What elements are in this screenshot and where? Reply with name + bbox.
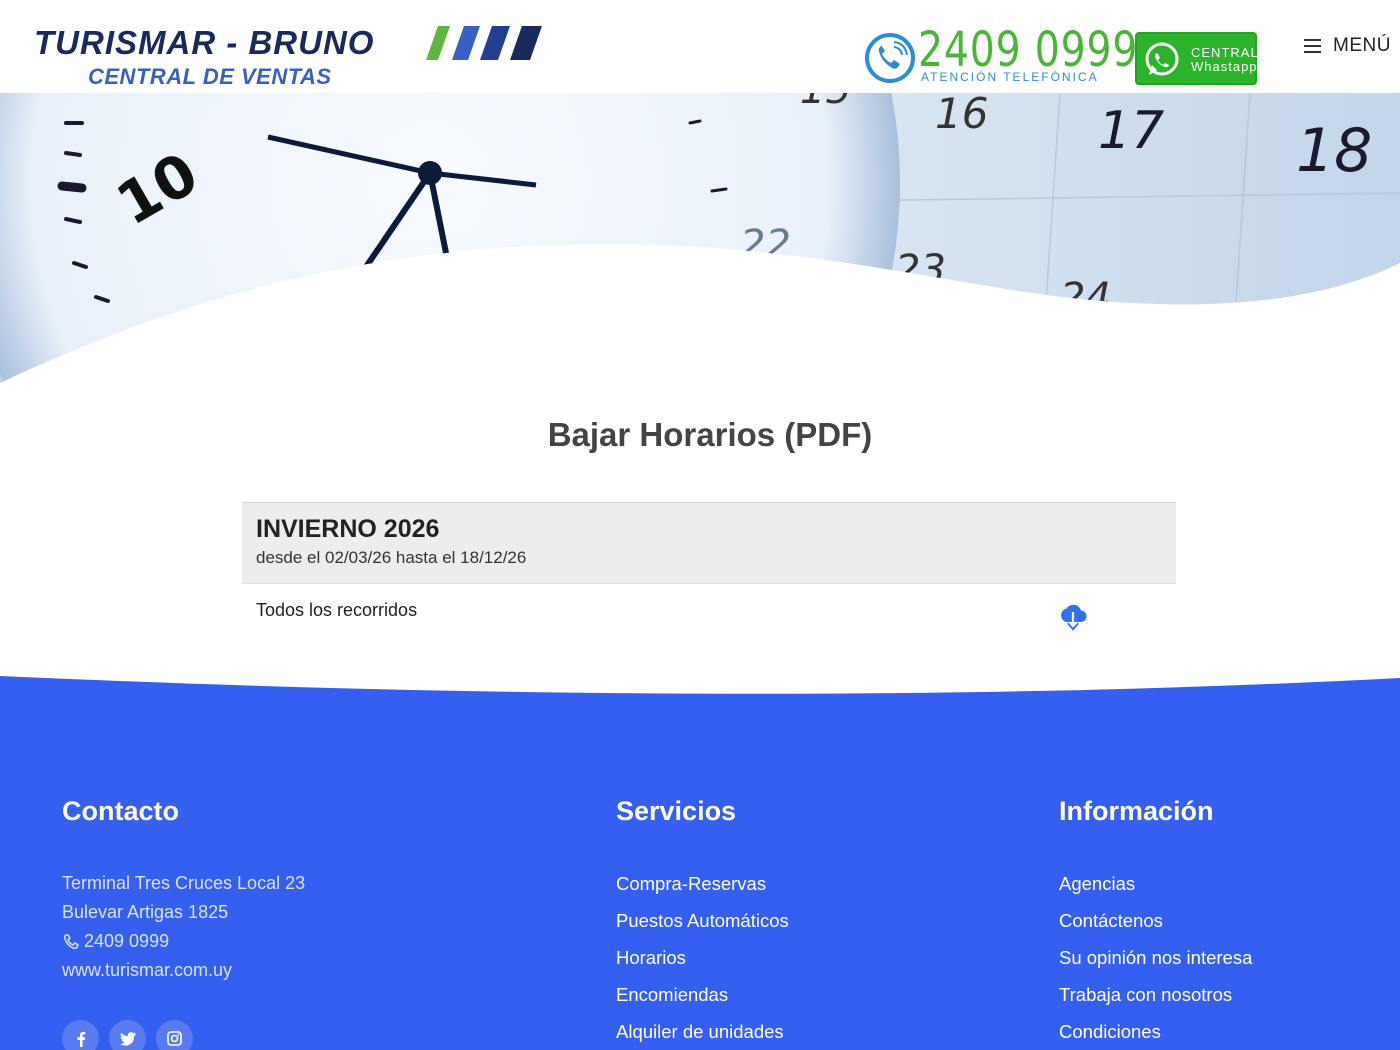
instagram-icon[interactable] (156, 1020, 193, 1050)
season-range: desde el 02/03/26 hasta el 18/12/26 (256, 548, 527, 567)
calendar-number: 15 (800, 93, 851, 113)
services-links: Compra-Reservas Puestos Automáticos Hora… (616, 869, 789, 1050)
footer-contact-title: Contacto (62, 796, 179, 826)
route-label: Todos los recorridos (256, 600, 418, 620)
contact-phone-text: 2409 0999 (84, 931, 170, 951)
season-title: INVIERNO 2026 (256, 515, 440, 543)
footer-link-compra-reservas[interactable]: Compra-Reservas (616, 869, 789, 906)
schedule-box: INVIERNO 2026 desde el 02/03/26 hasta el… (242, 502, 1176, 638)
contact-details: Terminal Tres Cruces Local 23 Bulevar Ar… (62, 869, 305, 985)
twitter-icon[interactable] (109, 1020, 146, 1050)
contact-address-line1: Terminal Tres Cruces Local 23 (62, 873, 306, 893)
social-links (62, 1020, 193, 1050)
footer-services: Servicios Compra-Reservas Puestos Automá… (616, 796, 789, 1050)
whatsapp-label-line1: CENTRAL (1191, 45, 1259, 60)
footer-link-encomiendas[interactable]: Encomiendas (616, 980, 789, 1017)
calendar-number: 17 (1098, 101, 1164, 161)
whatsapp-button[interactable]: CENTRAL Whastapp (1135, 32, 1259, 85)
menu-button[interactable]: MENÚ (1304, 34, 1391, 58)
site-footer: Contacto Terminal Tres Cruces Local 23 B… (0, 700, 1400, 1050)
whatsapp-icon (1145, 42, 1179, 76)
page-title: Bajar Horarios (PDF) (547, 416, 873, 453)
whatsapp-label: CENTRAL Whastapp (1191, 46, 1259, 74)
footer-link-opinion[interactable]: Su opinión nos interesa (1059, 943, 1252, 980)
footer-link-trabaja[interactable]: Trabaja con nosotros (1059, 980, 1252, 1017)
calendar-number: 18 (1296, 116, 1372, 186)
clock-calendar-illustration: 10 15 16 17 18 22 23 24 (0, 93, 1400, 393)
calendar-number: 16 (935, 93, 988, 138)
footer-contact: Contacto Terminal Tres Cruces Local 23 B… (62, 796, 305, 985)
cloud-download-icon[interactable] (1058, 602, 1088, 632)
season-header: INVIERNO 2026 desde el 02/03/26 hasta el… (242, 502, 1176, 584)
menu-label: MENÚ (1333, 35, 1391, 56)
route-row: Todos los recorridos (242, 584, 1176, 638)
phone-contact[interactable]: 2409 0999 ATENCIÓN TELEFÓNICA (864, 22, 1137, 88)
logo-stripes-icon (426, 26, 542, 60)
footer-link-horarios[interactable]: Horarios (616, 943, 789, 980)
whatsapp-label-line2: Whastapp (1191, 59, 1258, 74)
footer-link-condiciones[interactable]: Condiciones (1059, 1017, 1252, 1050)
contact-website[interactable]: www.turismar.com.uy (62, 956, 305, 985)
facebook-icon[interactable] (62, 1020, 99, 1050)
phone-icon (865, 33, 915, 83)
hamburger-icon (1304, 39, 1321, 53)
phone-icon (63, 934, 79, 950)
footer-link-agencias[interactable]: Agencias (1059, 869, 1252, 906)
footer-link-contactenos[interactable]: Contáctenos (1059, 906, 1252, 943)
contact-address-line2: Bulevar Artigas 1825 (62, 902, 229, 922)
contact-phone[interactable]: 2409 0999 (62, 927, 305, 956)
hero-banner: 10 15 16 17 18 22 23 24 (0, 93, 1400, 393)
footer-link-alquiler[interactable]: Alquiler de unidades (616, 1017, 789, 1050)
site-header: TURISMAR - BRUNO CENTRAL DE VENTAS 2409 … (0, 0, 1400, 93)
footer-link-puestos-automaticos[interactable]: Puestos Automáticos (616, 906, 789, 943)
logo-main-text: TURISMAR - BRUNO (34, 24, 375, 61)
brand-logo[interactable]: TURISMAR - BRUNO CENTRAL DE VENTAS (34, 24, 554, 90)
phone-caption: ATENCIÓN TELEFÓNICA (921, 70, 1099, 84)
info-links: Agencias Contáctenos Su opinión nos inte… (1059, 869, 1252, 1050)
footer-info-title: Información (1059, 796, 1214, 826)
footer-services-title: Servicios (616, 796, 737, 826)
logo-sub-text: CENTRAL DE VENTAS (88, 64, 332, 89)
footer-info: Información Agencias Contáctenos Su opin… (1059, 796, 1252, 1050)
